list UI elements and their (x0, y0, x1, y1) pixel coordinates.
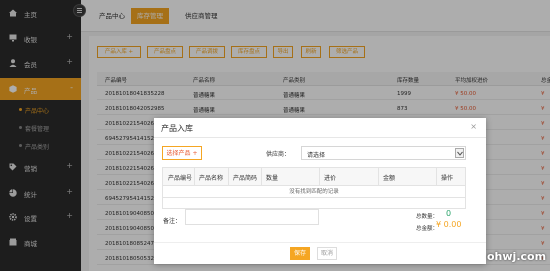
dialog-footer: 保存 取消 (154, 242, 486, 264)
stock-in-dialog: 产品入库 × 选择产品 + 供应商： 请选择 产品编号 产品名称 产品简码 数量… (154, 118, 486, 264)
select-product-button[interactable]: 选择产品 + (162, 146, 202, 160)
column-header: 操作 (441, 175, 454, 182)
total-amount-value: ¥ 0.00 (436, 220, 462, 229)
total-quantity-value: 0 (446, 209, 452, 218)
total-amount-label: 总金额： (416, 226, 439, 232)
selected-products-table: 产品编号 产品名称 产品简码 数量 进价 金额 操作 没有找到匹配的记录 (162, 167, 466, 209)
dropdown-button[interactable] (455, 148, 464, 158)
column-header: 金额 (383, 175, 396, 182)
dialog-header: 产品入库 × (154, 118, 486, 138)
column-header: 产品编号 (168, 175, 193, 182)
chevron-down-icon (457, 151, 463, 156)
remark-input[interactable] (185, 209, 319, 225)
column-header: 产品简码 (233, 175, 258, 182)
column-header: 进价 (324, 175, 337, 182)
supplier-selected-value: 请选择 (307, 152, 326, 159)
table-header: 产品编号 产品名称 产品简码 数量 进价 金额 操作 (163, 168, 465, 186)
empty-table-message: 没有找到匹配的记录 (163, 186, 465, 198)
column-header: 产品名称 (199, 175, 224, 182)
supplier-label: 供应商： (266, 151, 291, 158)
cancel-button[interactable]: 取消 (317, 247, 337, 260)
remark-label: 备注： (163, 218, 182, 225)
column-header: 数量 (266, 175, 279, 182)
supplier-select[interactable]: 请选择 (301, 146, 466, 160)
total-quantity-label: 总数量： (416, 214, 439, 220)
watermark-logo: ohwj.com (487, 250, 547, 263)
save-button[interactable]: 保存 (290, 247, 310, 260)
dialog-title: 产品入库 (161, 124, 193, 133)
close-icon[interactable]: × (470, 122, 477, 131)
